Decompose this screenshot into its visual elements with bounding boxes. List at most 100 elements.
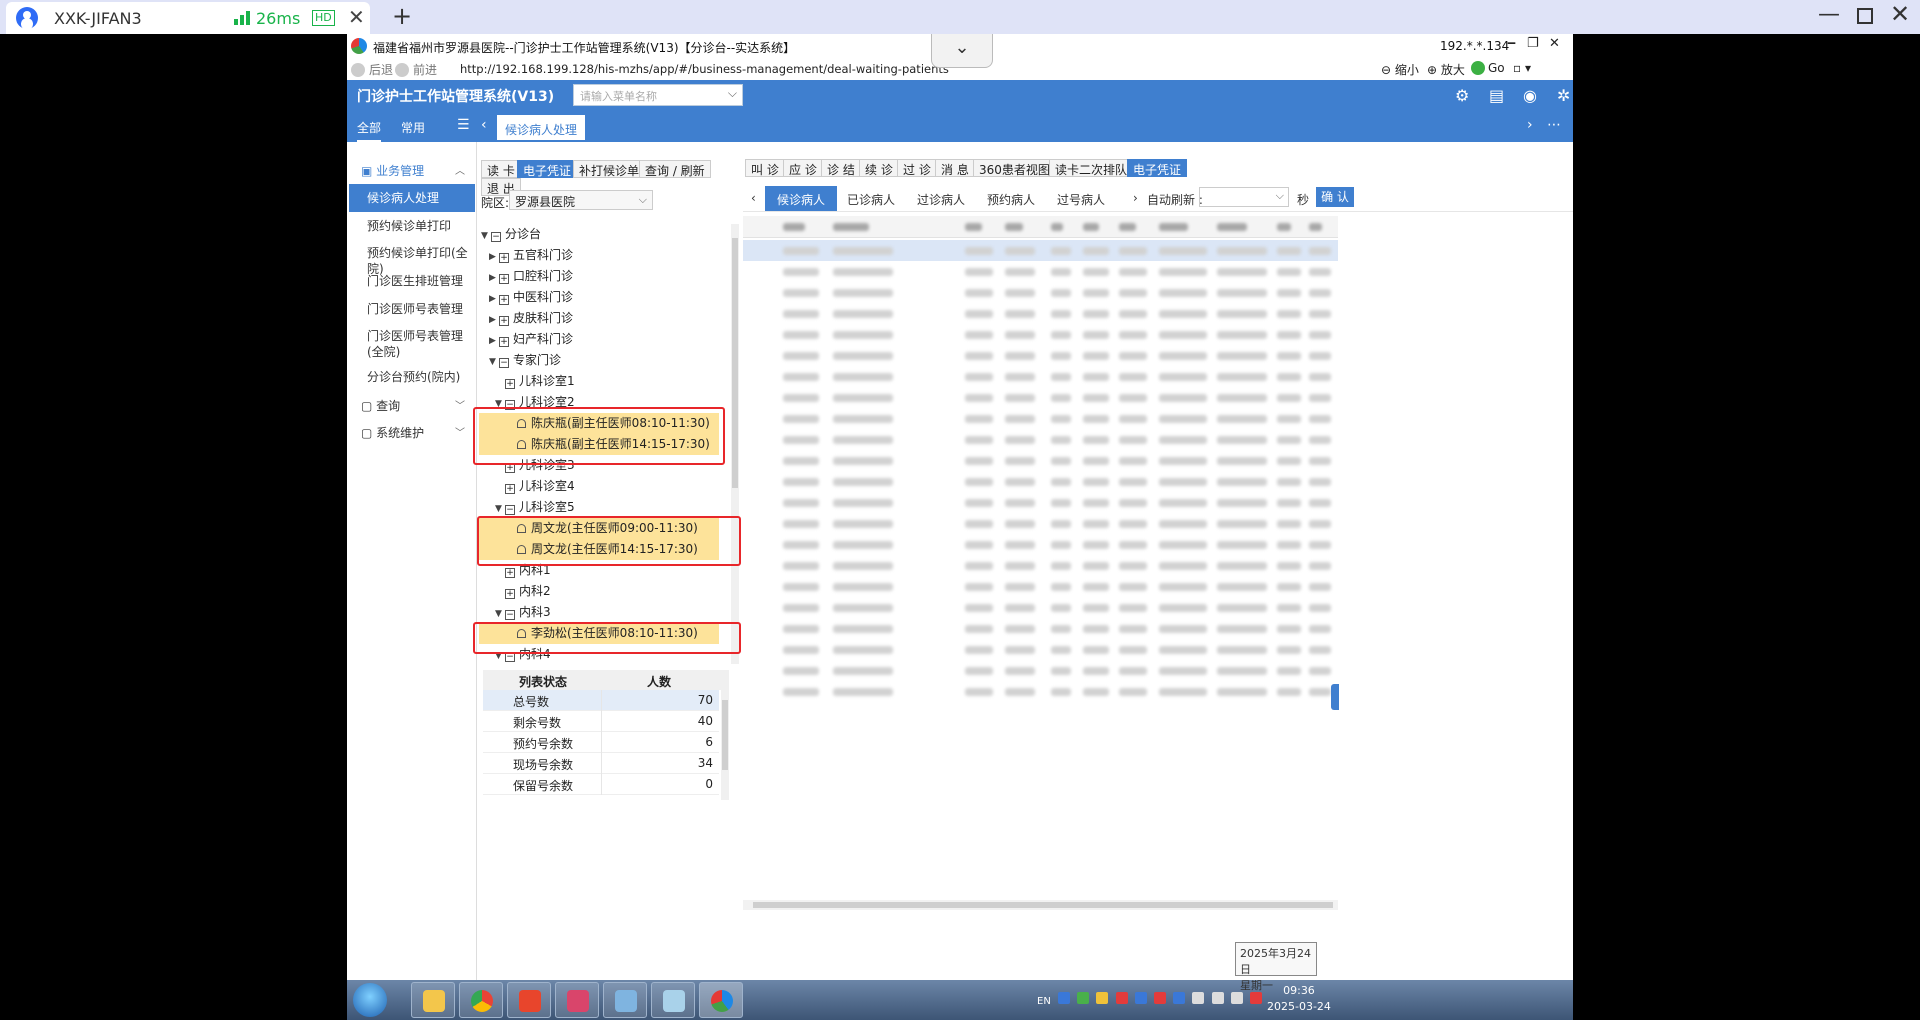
table-row[interactable] bbox=[743, 324, 1338, 345]
table-row[interactable] bbox=[743, 240, 1338, 261]
table-row[interactable] bbox=[743, 429, 1338, 450]
tab-booked[interactable]: 预约病人 bbox=[987, 191, 1035, 208]
settings-icon[interactable]: ✲ bbox=[1557, 86, 1570, 105]
close-window-button[interactable]: ✕ bbox=[1890, 0, 1910, 28]
menu-item-triage-booking[interactable]: 分诊台预约(院内) bbox=[349, 369, 475, 385]
stats-scrollbar-thumb[interactable] bbox=[722, 700, 728, 770]
menu-collapse-icon[interactable]: ☰ bbox=[457, 117, 470, 133]
display-tray-icon[interactable] bbox=[1192, 992, 1205, 1004]
message-button[interactable]: 消 息 bbox=[935, 159, 975, 177]
remote-app-taskbar-icon[interactable] bbox=[603, 982, 647, 1018]
table-row[interactable] bbox=[743, 681, 1338, 702]
tree-node-dept[interactable]: ▶ + 中医科门诊 bbox=[489, 287, 573, 308]
patient-360-button[interactable]: 360患者视图 bbox=[973, 159, 1056, 177]
tree-node-room[interactable]: + 内科2 bbox=[505, 581, 551, 602]
his-app-taskbar-icon[interactable] bbox=[699, 982, 743, 1018]
tree-node-dept[interactable]: ▶ + 皮肤科门诊 bbox=[489, 308, 573, 329]
menu-item-doctor-number-table[interactable]: 门诊医师号表管理 bbox=[349, 301, 475, 317]
go-button[interactable]: Go bbox=[1471, 61, 1505, 75]
read-card-button[interactable]: 读 卡 bbox=[481, 160, 521, 178]
table-row[interactable] bbox=[743, 387, 1338, 408]
table-row[interactable]: 现场号余数 34 bbox=[483, 753, 719, 774]
tab-scroll-right-icon[interactable]: › bbox=[1527, 117, 1533, 133]
more-icon[interactable]: ⋯ bbox=[1547, 117, 1561, 133]
respond-button[interactable]: 应 诊 bbox=[783, 159, 823, 177]
window-minimize-button[interactable]: ‒ bbox=[1507, 36, 1516, 51]
tree-node-room[interactable]: ▼ − 内科3 bbox=[495, 602, 551, 623]
table-row[interactable] bbox=[743, 597, 1338, 618]
campus-select[interactable]: 罗源县医院 ⌵ bbox=[509, 190, 653, 210]
table-row[interactable]: 总号数 70 bbox=[483, 690, 719, 711]
menu-group-system[interactable]: ▢ 系统维护 ﹀ bbox=[361, 424, 471, 441]
toolbar-dropdown-tab[interactable]: ⌄ bbox=[931, 34, 993, 68]
confirm-button[interactable]: 确 认 bbox=[1316, 187, 1354, 207]
zoom-out-button[interactable]: ⊖ 缩小 bbox=[1381, 61, 1419, 78]
volume-tray-icon[interactable] bbox=[1230, 992, 1243, 1004]
antivirus-tray-icon[interactable] bbox=[1115, 992, 1128, 1004]
documents-taskbar-icon[interactable] bbox=[651, 982, 695, 1018]
grid-horizontal-scrollbar[interactable] bbox=[743, 900, 1338, 910]
database-taskbar-icon[interactable] bbox=[555, 982, 599, 1018]
menu-group-business[interactable]: ▣ 业务管理 ︿ bbox=[361, 162, 471, 179]
tree-node-expert[interactable]: ▼ − 专家门诊 bbox=[489, 350, 561, 371]
tab-seen[interactable]: 已诊病人 bbox=[847, 191, 895, 208]
table-row[interactable] bbox=[743, 471, 1338, 492]
table-row[interactable]: 剩余号数 40 bbox=[483, 711, 719, 732]
tab-scroll-left-icon[interactable]: ‹ bbox=[751, 191, 756, 205]
explorer-taskbar-icon[interactable] bbox=[411, 982, 455, 1018]
tree-node-room[interactable]: ▼ − 儿科诊室5 bbox=[495, 497, 575, 518]
app-tray-icon[interactable] bbox=[1173, 992, 1186, 1004]
zoom-in-button[interactable]: ⊕ 放大 bbox=[1427, 61, 1465, 78]
query-refresh-button[interactable]: 查询 / 刷新 bbox=[639, 160, 711, 178]
open-tab-waiting-patients[interactable]: 候诊病人处理 bbox=[497, 115, 586, 142]
tab-scroll-left-icon[interactable]: ‹ bbox=[481, 117, 487, 133]
table-row[interactable] bbox=[743, 366, 1338, 387]
menu-item-doctor-number-table-all[interactable]: 门诊医师号表管理(全院) bbox=[349, 328, 469, 360]
grid-scrollbar-thumb[interactable] bbox=[753, 902, 1333, 908]
user-icon[interactable]: ◉ bbox=[1523, 86, 1537, 105]
ime-indicator[interactable]: EN bbox=[1037, 996, 1051, 1007]
table-row[interactable] bbox=[743, 660, 1338, 681]
alert-tray-icon[interactable] bbox=[1249, 992, 1262, 1004]
close-tab-icon[interactable]: ✕ bbox=[348, 5, 365, 29]
tab-missed[interactable]: 过号病人 bbox=[1057, 191, 1105, 208]
e-voucher-button[interactable]: 电子凭证 bbox=[1127, 159, 1188, 177]
table-row[interactable] bbox=[743, 555, 1338, 576]
side-drawer-tab[interactable] bbox=[1331, 684, 1339, 710]
table-row[interactable] bbox=[743, 408, 1338, 429]
tab-scroll-right-icon[interactable]: › bbox=[1133, 191, 1138, 205]
table-row[interactable] bbox=[743, 345, 1338, 366]
tab-all[interactable]: 全部 bbox=[357, 119, 382, 142]
reprint-slip-button[interactable]: 补打候诊单 bbox=[573, 160, 646, 178]
tree-node-room[interactable]: + 儿科诊室1 bbox=[505, 371, 575, 392]
continue-button[interactable]: 续 诊 bbox=[859, 159, 899, 177]
menu-item-doctor-schedule[interactable]: 门诊医生排班管理 bbox=[349, 273, 475, 289]
tree-node-root[interactable]: ▼ − 分诊台 bbox=[481, 224, 541, 245]
menu-group-query[interactable]: ▢ 查询 ﹀ bbox=[361, 397, 471, 414]
window-restore-button[interactable]: ❐ bbox=[1527, 36, 1539, 51]
table-row[interactable] bbox=[743, 618, 1338, 639]
requeue-button[interactable]: 读卡二次排队 bbox=[1049, 159, 1134, 177]
start-button[interactable] bbox=[353, 983, 387, 1017]
puzzle-icon[interactable]: ⚙ bbox=[1455, 86, 1469, 105]
menu-item-waiting-patients[interactable]: 候诊病人处理 bbox=[349, 184, 475, 212]
skip-button[interactable]: 过 诊 bbox=[897, 159, 937, 177]
print-icon[interactable]: ▤ bbox=[1489, 86, 1504, 105]
window-close-button[interactable]: ✕ bbox=[1549, 36, 1560, 51]
finish-button[interactable]: 诊 结 bbox=[821, 159, 861, 177]
client-session-tab[interactable]: XXK-JIFAN3 26ms HD ✕ bbox=[6, 2, 370, 34]
table-row[interactable] bbox=[743, 261, 1338, 282]
new-tab-button[interactable]: + bbox=[392, 2, 412, 30]
tree-node-dept[interactable]: ▶ + 五官科门诊 bbox=[489, 245, 573, 266]
wps-taskbar-icon[interactable] bbox=[507, 982, 551, 1018]
call-button[interactable]: 叫 诊 bbox=[745, 159, 785, 177]
address-bar[interactable]: http://192.168.199.128/his-mzhs/app/#/bu… bbox=[460, 62, 949, 76]
security-tray-icon[interactable] bbox=[1096, 992, 1109, 1004]
tab-skipped[interactable]: 过诊病人 bbox=[917, 191, 965, 208]
network-tray-icon[interactable] bbox=[1077, 992, 1090, 1004]
table-row[interactable] bbox=[743, 576, 1338, 597]
browser-menu-icon[interactable]: ▫ ▾ bbox=[1513, 61, 1531, 75]
app-tray-icon[interactable] bbox=[1134, 992, 1147, 1004]
chrome-taskbar-icon[interactable] bbox=[459, 982, 503, 1018]
table-row[interactable] bbox=[743, 534, 1338, 555]
